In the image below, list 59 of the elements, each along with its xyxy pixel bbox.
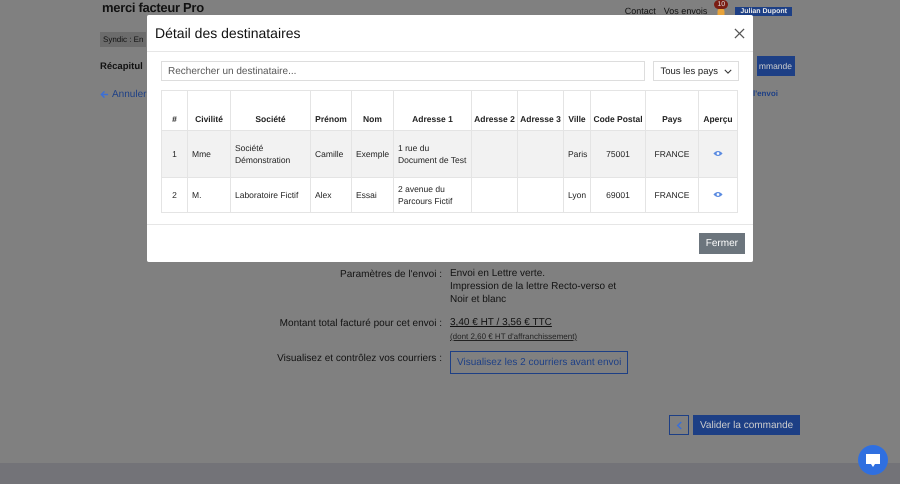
table-cell: Camille bbox=[315, 149, 344, 159]
table-cell: 1 rue du Document de Test bbox=[398, 143, 466, 165]
table-cell: M. bbox=[192, 190, 202, 200]
eye-icon[interactable] bbox=[713, 150, 723, 157]
table-cell: FRANCE bbox=[654, 149, 690, 159]
detail-value: Impression de la lettre Recto-verso et Noir et blanc bbox=[450, 280, 618, 306]
validate-button[interactable]: Valider la commande bbox=[693, 415, 800, 435]
chat-icon[interactable] bbox=[858, 445, 888, 475]
preview-button[interactable]: Visualisez les 2 courriers avant envoi bbox=[450, 351, 628, 374]
detail-label: Montant total facturé pour cet envoi : bbox=[278, 317, 442, 331]
column-header: Aperçu bbox=[703, 114, 733, 124]
column-header: Civilité bbox=[195, 114, 223, 124]
column-header: Ville bbox=[568, 114, 586, 124]
table-cell: FRANCE bbox=[654, 190, 690, 200]
table-cell: Paris bbox=[568, 149, 588, 159]
breadcrumb: Syndic : En bbox=[100, 32, 146, 47]
table-cell: 2 avenue du Parcours Fictif bbox=[398, 184, 452, 206]
table-cell: 1 bbox=[172, 149, 177, 159]
column-header: # bbox=[172, 114, 177, 124]
nav-link[interactable]: Contact bbox=[624, 6, 656, 16]
cancel-link[interactable]: Annuler bbox=[100, 89, 146, 100]
column-header: Adresse 2 bbox=[474, 114, 515, 124]
table-cell: Essai bbox=[356, 190, 377, 200]
column-header: Adresse 1 bbox=[412, 114, 453, 124]
logo[interactable]: merci facteur Pro bbox=[102, 1, 204, 14]
eye-icon[interactable] bbox=[713, 191, 723, 198]
table-cell: Lyon bbox=[568, 190, 586, 200]
detail-value: Envoi en Lettre verte. bbox=[450, 267, 546, 280]
chevron-down-icon bbox=[724, 68, 732, 74]
order-button[interactable]: mmande bbox=[756, 56, 795, 76]
detail-label: Paramètres de l'envoi : bbox=[339, 268, 442, 282]
price-note: (dont 2,60 € HT d'affranchissement) bbox=[450, 332, 578, 341]
dialog-title: Détail des destinataires bbox=[155, 25, 301, 41]
column-header: Société bbox=[255, 114, 286, 124]
table-cell: Mme bbox=[192, 149, 211, 159]
column-header: Adresse 3 bbox=[520, 114, 561, 124]
search-field[interactable]: Rechercher un destinataire... bbox=[161, 61, 646, 81]
previous-button[interactable] bbox=[669, 415, 689, 435]
table-cell: 69001 bbox=[606, 190, 630, 200]
arrow-left-icon bbox=[100, 90, 109, 99]
detail-label: Visualisez et contrôlez vos courriers : bbox=[276, 352, 442, 366]
country-dropdown[interactable]: Tous les pays bbox=[653, 61, 739, 81]
chevron-left-icon bbox=[676, 420, 682, 430]
page-title: Récapitul bbox=[100, 60, 143, 72]
column-header: Prénom bbox=[315, 114, 347, 124]
price-value: 3,40 € HT / 3,56 € TTC bbox=[450, 316, 553, 329]
table-cell: Société Démonstration bbox=[235, 143, 290, 165]
send-link[interactable]: l'envoi bbox=[752, 89, 778, 100]
table-cell: 2 bbox=[172, 190, 177, 200]
table-cell: Exemple bbox=[356, 149, 390, 159]
column-header: Code Postal bbox=[593, 114, 643, 124]
column-header: Nom bbox=[363, 114, 382, 124]
column-header: Pays bbox=[662, 114, 682, 124]
table-cell: 75001 bbox=[606, 149, 630, 159]
nav-link[interactable]: Vos envois bbox=[664, 6, 708, 16]
close-icon[interactable] bbox=[734, 28, 745, 38]
table-cell: Laboratoire Fictif bbox=[235, 190, 298, 200]
close-button[interactable]: Fermer bbox=[698, 233, 745, 254]
table-cell: Alex bbox=[315, 190, 332, 200]
